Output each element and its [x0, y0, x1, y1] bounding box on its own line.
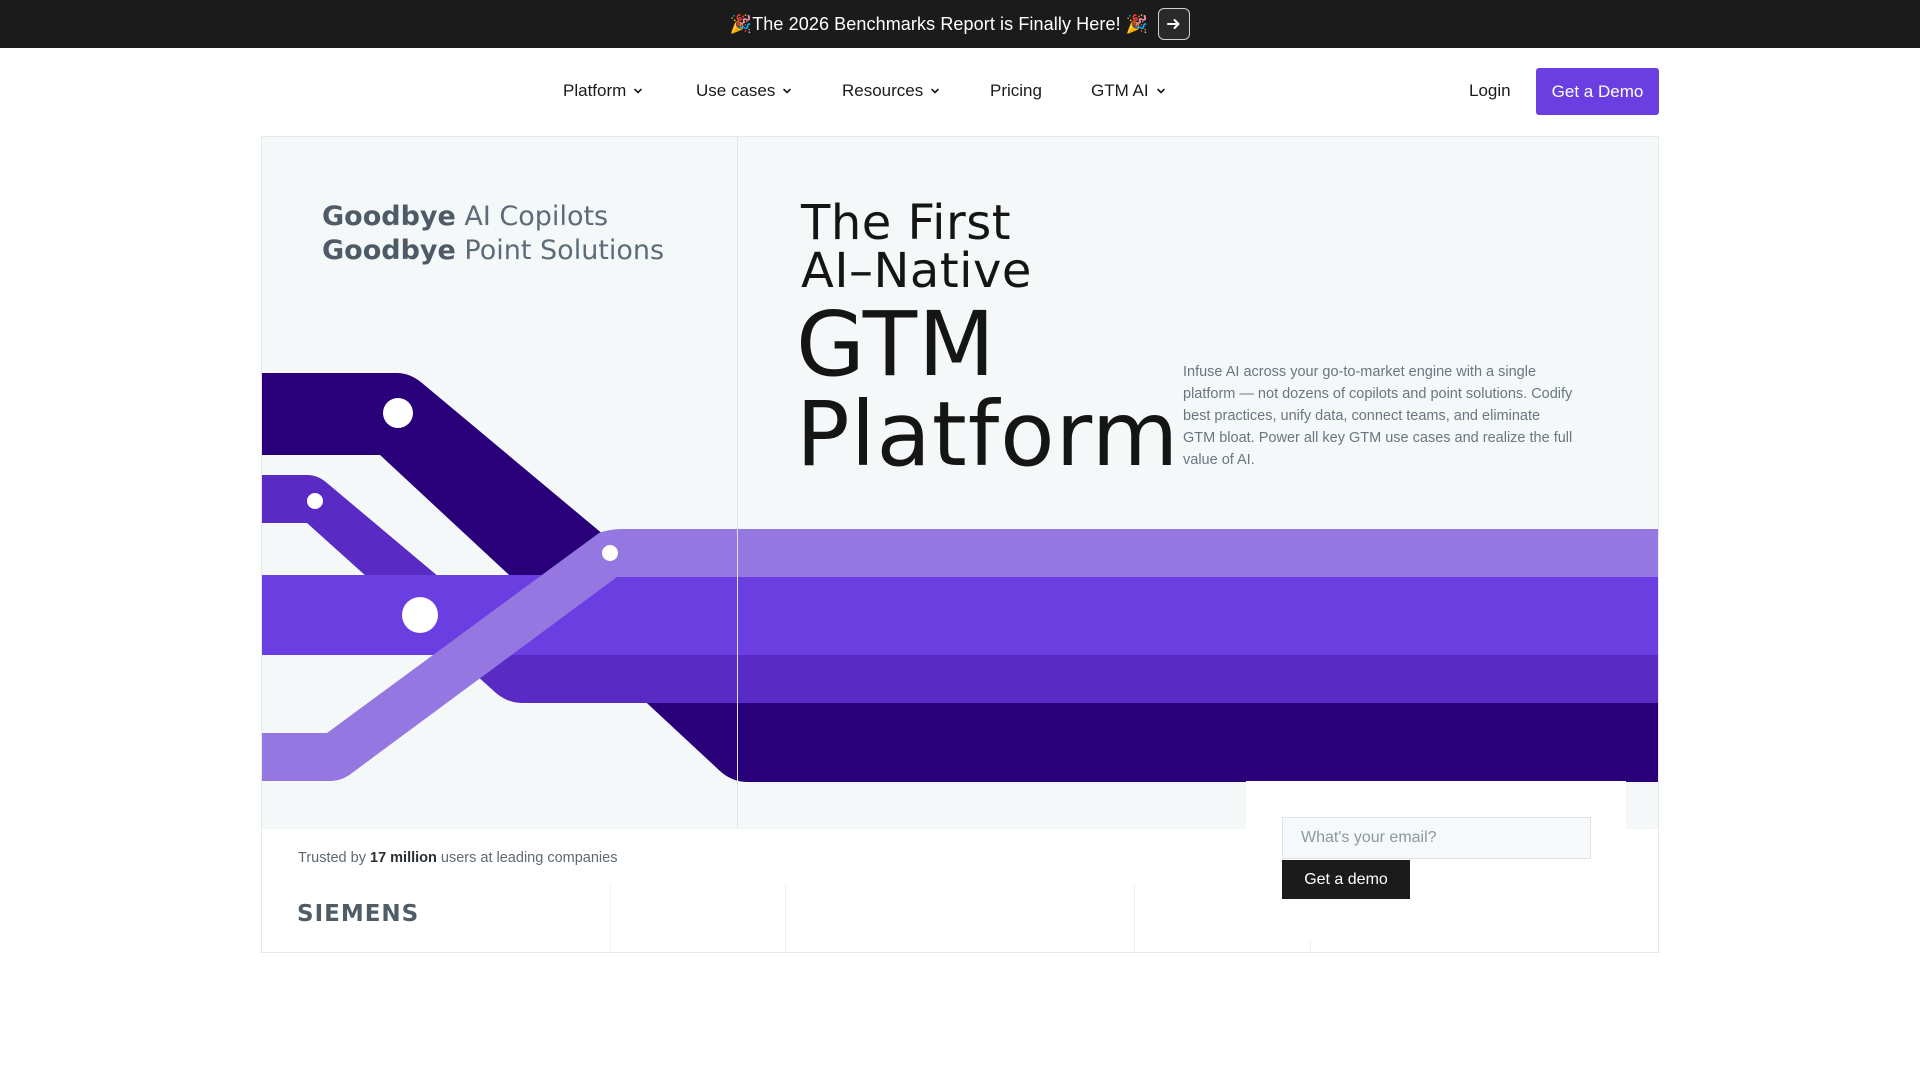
logo-divider: [785, 884, 786, 952]
chevron-down-icon: [1156, 88, 1165, 94]
ribbon-dot: [602, 545, 618, 561]
goodbye-line-2: Goodbye Point Solutions: [322, 235, 665, 266]
hero-headline-large: GTM Platform: [796, 292, 1180, 486]
nav-item-gtm-ai[interactable]: GTM AI: [1091, 77, 1167, 105]
chevron-down-icon: [931, 88, 940, 94]
hero-headline-small: The First AI–Native: [801, 195, 1032, 299]
hero-divider: [737, 137, 738, 829]
get-a-demo-button[interactable]: Get a Demo: [1536, 68, 1659, 115]
hero-description: Infuse AI across your go-to-market engin…: [1183, 364, 1573, 468]
ribbon-dot: [402, 597, 438, 633]
login-link[interactable]: Login: [1469, 77, 1511, 105]
ribbon-dot: [307, 493, 323, 509]
chevron-down-icon: [783, 88, 792, 94]
chevron-down-icon: [634, 88, 643, 94]
nav-item-label: Resources: [842, 81, 924, 100]
trusted-by-text: Trusted by 17 million users at leading c…: [298, 850, 618, 866]
nav-item-resources[interactable]: Resources: [842, 77, 941, 105]
nav-item-label: Use cases: [696, 81, 776, 100]
hero-section: Goodbye AI Copilots Goodbye Point Soluti…: [261, 136, 1659, 830]
nav-item-label: Platform: [563, 81, 627, 100]
logo-divider: [610, 884, 611, 952]
nav-item-label: Pricing: [990, 81, 1042, 100]
nav-item-label: GTM AI: [1091, 81, 1149, 100]
nav-item-pricing[interactable]: Pricing: [990, 77, 1042, 105]
get-a-demo-submit-button[interactable]: Get a demo: [1282, 860, 1410, 899]
logo-divider: [1134, 884, 1135, 952]
goodbye-tagline: Goodbye AI Copilots Goodbye Point Soluti…: [322, 200, 664, 268]
arrow-right-icon[interactable]: [1158, 8, 1191, 40]
announcement-text[interactable]: 🎉The 2026 Benchmarks Report is Finally H…: [730, 14, 1149, 35]
goodbye-line-1: Goodbye AI Copilots: [322, 201, 609, 232]
ribbon-dot: [383, 398, 413, 428]
email-input[interactable]: [1282, 817, 1591, 859]
nav-item-use-cases[interactable]: Use cases: [696, 77, 793, 105]
announcement-bar: 🎉The 2026 Benchmarks Report is Finally H…: [0, 0, 1920, 48]
siemens-logo: SIEMENS: [297, 901, 420, 927]
nav-item-platform[interactable]: Platform: [563, 77, 644, 105]
